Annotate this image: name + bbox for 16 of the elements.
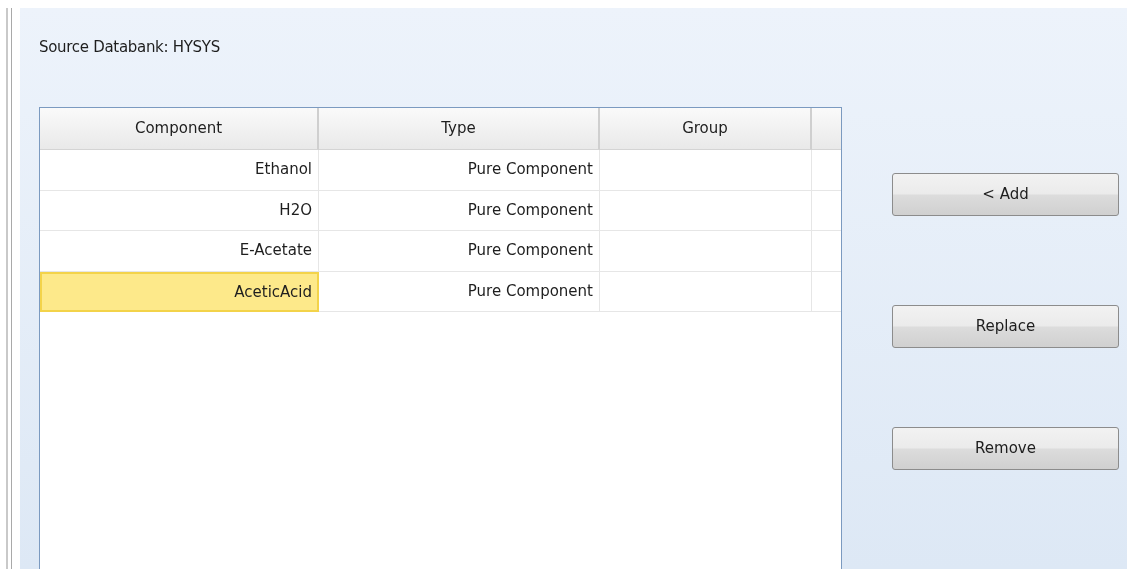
action-button[interactable]: < Add [892,173,1119,216]
table-cell[interactable]: AceticAcid [40,271,319,312]
table-cell[interactable]: Ethanol [40,150,319,191]
table-cell: Pure Component [319,190,600,231]
column-header [812,108,841,150]
column-header[interactable]: Component [40,108,319,150]
table-cell[interactable]: H2O [40,190,319,231]
table-cell: Pure Component [319,271,600,312]
source-databank-label: Source Databank: HYSYS [39,37,221,58]
column-header[interactable]: Type [319,108,600,150]
table-cell: Pure Component [319,150,600,191]
table-cell[interactable]: E-Acetate [40,231,319,272]
action-button[interactable]: Remove [892,427,1119,470]
action-button[interactable]: Replace [892,305,1119,348]
table-cell: Pure Component [319,231,600,272]
column-header[interactable]: Group [600,108,812,150]
